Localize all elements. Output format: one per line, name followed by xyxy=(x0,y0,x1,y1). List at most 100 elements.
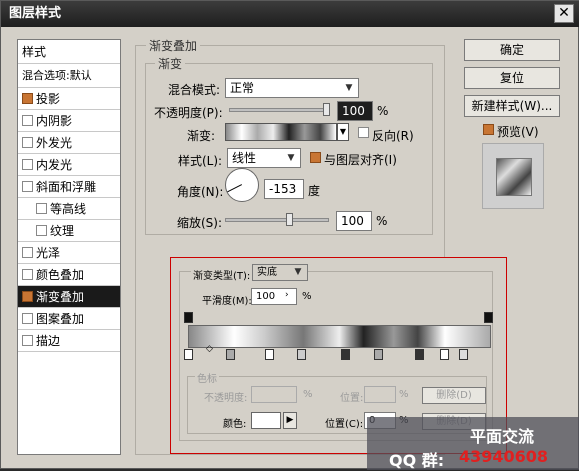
scale-label: 缩放(S): xyxy=(177,216,223,230)
stop-color-swatch[interactable] xyxy=(251,412,281,429)
gradient-ramp[interactable] xyxy=(188,325,491,348)
new-style-button[interactable]: 新建样式(W)... xyxy=(464,95,560,117)
style-item-texture[interactable]: 纹理 xyxy=(18,220,120,242)
opacity-stop-left-icon[interactable] xyxy=(184,312,193,323)
stop-location-label: 位置: xyxy=(340,393,364,404)
opacity-label: 不透明度(P): xyxy=(154,106,223,120)
style-item-contour[interactable]: 等高线 xyxy=(18,198,120,220)
checkbox-icon[interactable] xyxy=(22,181,33,192)
watermark: 平面交流 QQ 群: 43940608 xyxy=(367,417,579,470)
opacity-slider[interactable] xyxy=(229,108,329,112)
style-item-bevel-emboss[interactable]: 斜面和浮雕 xyxy=(18,176,120,198)
opacity-stop-right-icon[interactable] xyxy=(484,312,493,323)
midpoint-diamond-icon[interactable]: ◇ xyxy=(206,344,213,354)
scale-input[interactable]: 100 xyxy=(336,211,372,231)
color-stop-icon[interactable] xyxy=(341,349,350,360)
checkbox-icon[interactable] xyxy=(22,93,33,104)
style-select[interactable]: 线性 ▼ xyxy=(227,148,301,168)
style-preview xyxy=(482,143,544,209)
checkbox-icon[interactable] xyxy=(36,225,47,236)
opacity-slider-thumb[interactable] xyxy=(323,103,330,116)
watermark-title: 平面交流 xyxy=(470,427,535,446)
gradient-dropdown-icon[interactable]: ▼ xyxy=(337,123,349,141)
checkbox-icon[interactable] xyxy=(22,313,33,324)
stop-location-unit: % xyxy=(399,389,409,400)
stops-title: 色标 xyxy=(195,370,219,385)
smoothness-label: 平滑度(M): xyxy=(202,296,252,307)
color-stop-icon[interactable] xyxy=(184,349,193,360)
layer-style-dialog: 图层样式 ✕ 样式 混合选项:默认 投影 内阴影 外发光 内发光 斜面和浮雕 等… xyxy=(0,0,579,470)
scale-percent: % xyxy=(376,214,388,228)
checkbox-icon[interactable] xyxy=(22,247,33,258)
style-item-pattern-overlay[interactable]: 图案叠加 xyxy=(18,308,120,330)
angle-needle xyxy=(227,184,242,193)
style-item-gradient-overlay[interactable]: 渐变叠加 xyxy=(18,286,120,308)
close-icon[interactable]: ✕ xyxy=(554,4,574,23)
checkbox-icon[interactable] xyxy=(22,137,33,148)
gradient-swatch[interactable] xyxy=(225,123,337,141)
align-label: 与图层对齐(I) xyxy=(324,153,397,167)
color-stop-icon[interactable] xyxy=(374,349,383,360)
color-stop-icon[interactable] xyxy=(415,349,424,360)
gradient-type-select[interactable]: 实底 ▼ xyxy=(252,264,308,281)
style-item-inner-shadow[interactable]: 内阴影 xyxy=(18,110,120,132)
reset-button[interactable]: 复位 xyxy=(464,67,560,89)
opacity-percent: % xyxy=(377,104,389,118)
checkbox-icon[interactable] xyxy=(22,269,33,280)
align-checkbox[interactable] xyxy=(310,152,321,163)
stop-opacity-input xyxy=(251,386,297,403)
reverse-checkbox[interactable] xyxy=(358,127,369,138)
checkbox-icon[interactable] xyxy=(22,291,33,302)
checkbox-icon[interactable] xyxy=(22,159,33,170)
ok-button[interactable]: 确定 xyxy=(464,39,560,61)
style-item-inner-glow[interactable]: 内发光 xyxy=(18,154,120,176)
preview-checkbox[interactable] xyxy=(483,124,494,135)
checkbox-icon[interactable] xyxy=(22,115,33,126)
style-item-drop-shadow[interactable]: 投影 xyxy=(18,88,120,110)
angle-unit: 度 xyxy=(308,184,321,198)
color-stop-icon[interactable] xyxy=(297,349,306,360)
smoothness-input[interactable]: 100 xyxy=(251,288,297,305)
preview-label: 预览(V) xyxy=(497,125,539,139)
styles-header[interactable]: 样式 xyxy=(18,40,120,64)
stop-location-input xyxy=(364,386,396,403)
chevron-down-icon: ▼ xyxy=(287,153,295,163)
color-stop-icon[interactable] xyxy=(440,349,449,360)
watermark-qq-number: 43940608 xyxy=(459,447,549,466)
style-item-satin[interactable]: 光泽 xyxy=(18,242,120,264)
scale-slider-thumb[interactable] xyxy=(286,213,293,226)
chevron-down-icon: ▼ xyxy=(345,83,353,93)
color-arrow-icon[interactable]: ▶ xyxy=(283,412,297,429)
stop-color-label: 颜色: xyxy=(223,419,247,430)
gradient-type-label: 渐变类型(T): xyxy=(191,267,253,282)
gradient-label: 渐变: xyxy=(187,129,216,143)
opacity-input[interactable]: 100 xyxy=(337,101,373,121)
angle-dial-icon[interactable] xyxy=(225,168,259,202)
checkbox-icon[interactable] xyxy=(22,335,33,346)
angle-input[interactable]: -153 xyxy=(264,179,304,199)
delete-opacity-stop-button: 删除(D) xyxy=(422,387,486,404)
angle-label: 角度(N): xyxy=(177,185,224,199)
color-stop-icon[interactable] xyxy=(265,349,274,360)
blend-options-item[interactable]: 混合选项:默认 xyxy=(18,64,120,88)
style-item-outer-glow[interactable]: 外发光 xyxy=(18,132,120,154)
watermark-qq-label: QQ 群: xyxy=(389,451,445,470)
stop-opacity-label: 不透明度: xyxy=(204,393,248,404)
styles-list: 样式 混合选项:默认 投影 内阴影 外发光 内发光 斜面和浮雕 等高线 纹理 光… xyxy=(17,39,121,455)
stop-opacity-unit: % xyxy=(303,389,313,400)
style-item-stroke[interactable]: 描边 xyxy=(18,330,120,352)
gradient-subgroup-title: 渐变 xyxy=(155,55,186,72)
preview-swatch xyxy=(496,158,532,196)
style-item-color-overlay[interactable]: 颜色叠加 xyxy=(18,264,120,286)
color-stop-icon[interactable] xyxy=(459,349,468,360)
blend-mode-select[interactable]: 正常 ▼ xyxy=(225,78,359,98)
stop-location2-label: 位置(C): xyxy=(325,419,364,430)
smoothness-unit: % xyxy=(302,291,312,302)
reverse-label: 反向(R) xyxy=(372,129,414,143)
smoothness-arrow-icon[interactable]: › xyxy=(285,290,289,300)
checkbox-icon[interactable] xyxy=(36,203,47,214)
window-title: 图层样式 xyxy=(9,6,62,21)
title-bar: 图层样式 xyxy=(1,1,579,27)
color-stop-icon[interactable] xyxy=(226,349,235,360)
scale-slider[interactable] xyxy=(225,218,329,222)
